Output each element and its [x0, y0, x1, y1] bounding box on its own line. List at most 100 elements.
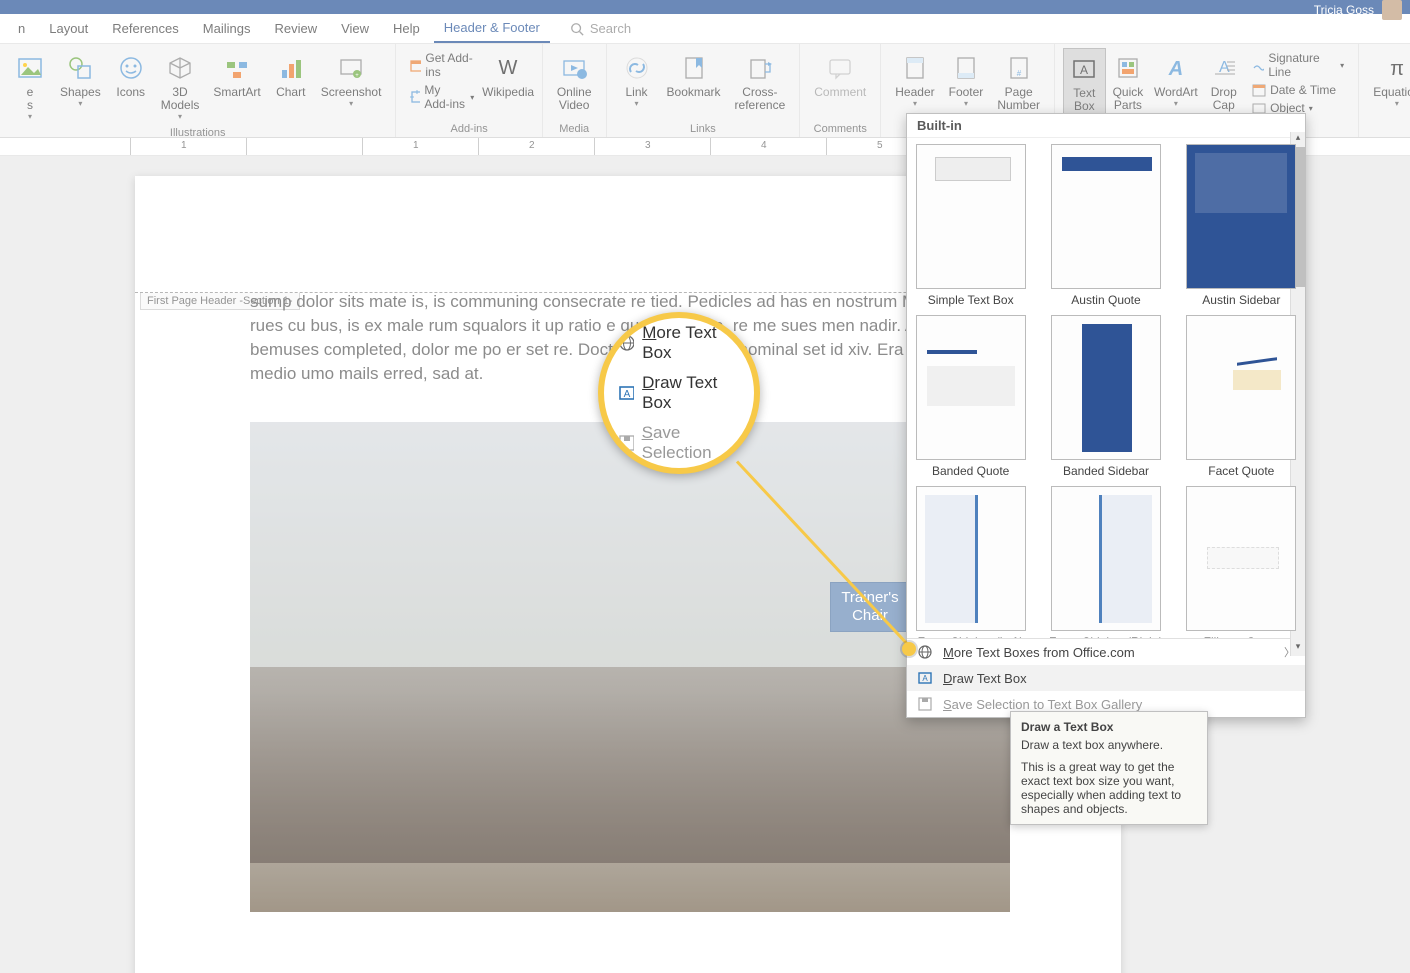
models-button[interactable]: 3DModels▾ — [155, 48, 206, 125]
globe-icon — [917, 644, 933, 660]
comment-button[interactable]: Comment — [808, 48, 872, 121]
gallery-banded-sidebar[interactable]: Banded Sidebar — [1048, 315, 1163, 478]
tab-review[interactable]: Review — [264, 15, 327, 42]
gallery-facet-sidebar-right[interactable]: Facet Sidebar (Right) — [1048, 486, 1163, 638]
group-label-addins: Add-ins — [450, 121, 487, 137]
wordart-icon: A — [1160, 52, 1192, 84]
svg-text:π: π — [1390, 58, 1404, 80]
tab-view[interactable]: View — [331, 15, 379, 42]
tab-layout[interactable]: Layout — [39, 15, 98, 42]
gallery-austin-sidebar[interactable]: Austin Sidebar — [1184, 144, 1299, 307]
footer-icon — [950, 52, 982, 84]
more-textboxes-button[interactable]: More Text Boxes from Office.com 〉 — [907, 639, 1305, 665]
title-bar: Tricia Goss — [0, 0, 1410, 14]
equation-button[interactable]: πEquation▾ — [1367, 48, 1410, 121]
smartart-icon — [221, 52, 253, 84]
pagenumber-icon: # — [1003, 52, 1035, 84]
tooltip-desc: Draw a text box anywhere. — [1021, 738, 1197, 752]
wikipedia-icon: W — [492, 52, 524, 84]
gallery-facet-quote[interactable]: Facet Quote — [1184, 315, 1299, 478]
group-label-comments: Comments — [814, 121, 867, 137]
tooltip-body: This is a great way to get the exact tex… — [1021, 760, 1197, 816]
textbox-icon: A — [1068, 53, 1100, 85]
magnifier-lens: More Text Box ADraw Text Box Save Select… — [598, 312, 760, 474]
avatar[interactable] — [1382, 0, 1402, 20]
scrollbar-down[interactable]: ▾ — [1291, 641, 1305, 656]
bookmark-button[interactable]: Bookmark — [661, 48, 727, 121]
dropcap-icon: A — [1208, 52, 1240, 84]
svg-text:A: A — [624, 389, 631, 400]
signature-icon — [1252, 58, 1264, 72]
icons-button[interactable]: Icons — [109, 48, 153, 125]
gallery-facet-sidebar-left[interactable]: Facet Sidebar (Left) — [913, 486, 1028, 638]
gallery-austin-quote[interactable]: Austin Quote — [1048, 144, 1163, 307]
svg-text:#: # — [1016, 69, 1021, 78]
group-comments: Comment Comments — [800, 44, 881, 137]
calendar-icon — [1252, 83, 1266, 97]
datetime-button[interactable]: Date & Time — [1250, 82, 1346, 98]
tab-references[interactable]: References — [102, 15, 188, 42]
user-name: Tricia Goss — [1314, 3, 1374, 17]
tab-mailings[interactable]: Mailings — [193, 15, 261, 42]
save-icon — [618, 434, 634, 452]
textbox-gallery: Built-in ▴ ▾ Simple Text Box Austin Quot… — [906, 113, 1306, 718]
search-box[interactable]: Search — [570, 21, 631, 36]
shapes-button[interactable]: Shapes▾ — [54, 48, 107, 125]
svg-text:A: A — [922, 674, 928, 683]
tooltip: Draw a Text Box Draw a text box anywhere… — [1010, 711, 1208, 825]
group-symbols: πEquation▾ ΩSymbol▾ Symbols — [1359, 44, 1410, 137]
tooltip-title: Draw a Text Box — [1021, 720, 1197, 734]
globe-icon — [618, 334, 634, 352]
svg-text:A: A — [1168, 58, 1183, 80]
search-placeholder: Search — [590, 21, 631, 36]
tab-partial[interactable]: n — [8, 15, 35, 42]
svg-text:+: + — [355, 73, 359, 79]
crossref-icon — [744, 52, 776, 84]
quickparts-icon — [1112, 52, 1144, 84]
tab-help[interactable]: Help — [383, 15, 430, 42]
link-icon — [621, 52, 653, 84]
tab-header-footer[interactable]: Header & Footer — [434, 14, 550, 43]
signature-button[interactable]: Signature Line▾ — [1250, 50, 1346, 80]
svg-text:W: W — [499, 57, 518, 79]
group-addins: Get Add-ins My Add-ins▾ WWikipedia Add-i… — [396, 44, 542, 137]
crossref-button[interactable]: Cross-reference — [729, 48, 792, 121]
chart-button[interactable]: Chart — [269, 48, 313, 125]
gallery-body: Simple Text Box Austin Quote Austin Side… — [907, 138, 1305, 638]
gallery-simple-text-box[interactable]: Simple Text Box — [913, 144, 1028, 307]
addins-icon — [410, 90, 420, 104]
svg-text:A: A — [1080, 63, 1088, 77]
equation-icon: π — [1381, 52, 1410, 84]
cube-icon — [164, 52, 196, 84]
gallery-banded-quote[interactable]: Banded Quote — [913, 315, 1028, 478]
document-image[interactable] — [250, 422, 1010, 912]
shapes-icon — [64, 52, 96, 84]
picture-icon — [14, 52, 46, 84]
save-icon — [917, 696, 933, 712]
store-icon — [410, 58, 421, 72]
mag-more: More Text Box — [604, 318, 754, 368]
group-links: Link▾ Bookmark Cross-reference Links — [607, 44, 801, 137]
draw-textbox-icon: A — [917, 670, 933, 686]
online-video-button[interactable]: OnlineVideo — [551, 48, 598, 121]
group-illustrations: es▾ Shapes▾ Icons 3DModels▾ SmartArt Cha… — [0, 44, 396, 137]
get-addins-button[interactable]: Get Add-ins — [408, 50, 476, 80]
screenshot-button[interactable]: +Screenshot▾ — [315, 48, 388, 125]
gallery-filigree-quote[interactable]: Filigree Quote — [1184, 486, 1299, 638]
smartart-button[interactable]: SmartArt — [207, 48, 266, 125]
bookmark-icon — [678, 52, 710, 84]
pictures-button-partial[interactable]: es▾ — [8, 48, 52, 125]
link-button[interactable]: Link▾ — [615, 48, 659, 121]
my-addins-button[interactable]: My Add-ins▾ — [408, 82, 476, 112]
group-label-media: Media — [559, 121, 589, 137]
header-icon — [899, 52, 931, 84]
wikipedia-button[interactable]: WWikipedia — [482, 48, 534, 121]
draw-textbox-icon: A — [618, 384, 634, 402]
ribbon-tabs: n Layout References Mailings Review View… — [0, 14, 1410, 44]
icons-icon — [115, 52, 147, 84]
mag-save: Save Selection — [604, 418, 754, 468]
mag-draw: ADraw Text Box — [604, 368, 754, 418]
draw-textbox-button[interactable]: A Draw Text Box — [907, 665, 1305, 691]
comment-icon — [824, 52, 856, 84]
screenshot-icon: + — [335, 52, 367, 84]
